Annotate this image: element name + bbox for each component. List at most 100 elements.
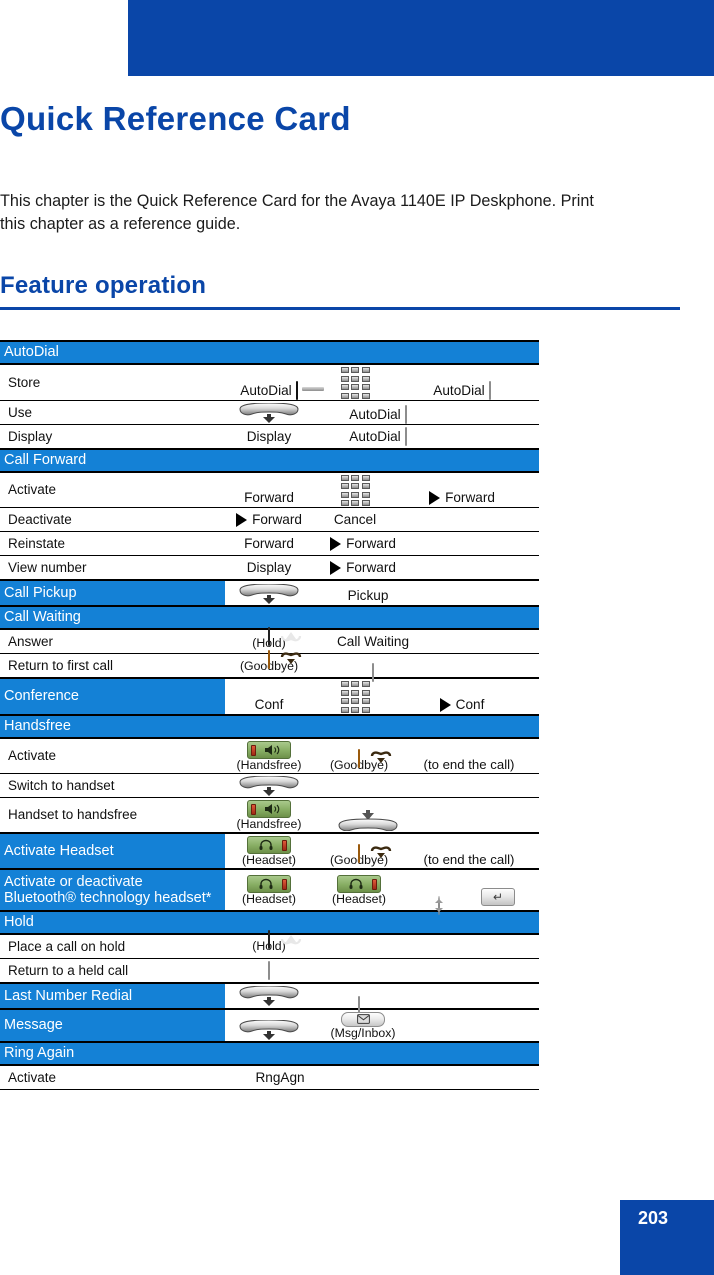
row-label: Place a call on hold xyxy=(0,933,225,959)
section-label: Ring Again xyxy=(0,1040,539,1066)
softkey-label: Call Waiting xyxy=(336,634,410,649)
section-label: Call Waiting xyxy=(0,605,539,630)
message-inbox-key-icon[interactable] xyxy=(341,1011,385,1027)
row-content: (Hold) xyxy=(225,930,539,959)
row-content: (Goodbye) xyxy=(225,649,539,682)
table-row: View number Display Forward xyxy=(0,555,539,581)
handsfree-key-icon[interactable] xyxy=(247,799,291,818)
softkey-label: Pickup xyxy=(347,587,389,603)
section-header-ring-again: Ring Again xyxy=(0,1040,539,1066)
section-label: Message xyxy=(0,1007,225,1043)
row-content: Display Forward xyxy=(225,555,539,581)
section-header-bluetooth-headset: Activate or deactivate Bluetooth® techno… xyxy=(0,867,539,915)
section-label: Last Number Redial xyxy=(0,981,225,1010)
enter-key-icon[interactable]: ↵ xyxy=(481,887,515,906)
section-label: Activate Headset xyxy=(0,831,225,870)
row-label: Reinstate xyxy=(0,531,225,556)
section-header-activate-headset: Activate Headset (Headset) (to end the c… xyxy=(0,831,539,870)
handset-lift-icon[interactable] xyxy=(236,985,302,1006)
row-content: RngAgn xyxy=(225,1064,539,1090)
table-row: Reinstate Forward Forward xyxy=(0,531,539,556)
table-row: Activate (Handsfree) (to end the call) xyxy=(0,737,539,774)
section-label-line1: Activate or deactivate xyxy=(4,873,143,890)
handset-lift-icon[interactable] xyxy=(236,1018,302,1040)
dialpad-icon[interactable] xyxy=(340,367,370,399)
key-caption: (Handsfree) xyxy=(236,757,302,772)
row-label: Use xyxy=(0,399,225,425)
headset-key-icon[interactable] xyxy=(337,874,381,893)
key-caption: (Headset) xyxy=(332,891,386,906)
section-label: AutoDial xyxy=(0,340,539,365)
handsfree-key-icon[interactable] xyxy=(247,740,291,759)
table-row: Display Display AutoDial xyxy=(0,423,539,449)
row-content: Display AutoDial xyxy=(225,423,539,449)
section-header-autodial: AutoDial xyxy=(0,340,539,365)
key-caption: (Msg/Inbox) xyxy=(330,1025,396,1040)
softkey-label: Display xyxy=(246,428,292,444)
softkey-label: AutoDial xyxy=(240,382,292,398)
softkey-indicator-icon xyxy=(330,537,342,551)
dialpad-icon[interactable] xyxy=(340,681,370,713)
row-content: Conf Conf xyxy=(225,677,539,716)
handset-place-icon[interactable] xyxy=(335,809,401,831)
row-content: Forward Forward xyxy=(225,531,539,556)
section-label-line2: Bluetooth® technology headset* xyxy=(4,889,212,906)
section-header-call-waiting: Call Waiting xyxy=(0,605,539,630)
row-content: (Msg/Inbox) xyxy=(225,1007,539,1043)
row-note: (to end the call) xyxy=(423,851,515,867)
headset-key-icon[interactable] xyxy=(247,874,291,893)
row-content xyxy=(225,772,539,798)
dialpad-icon[interactable] xyxy=(340,474,370,506)
softkey-label: Forward xyxy=(244,490,294,505)
header-band xyxy=(128,0,714,76)
row-content: Forward Forward xyxy=(225,471,539,508)
softkey-label: AutoDial xyxy=(433,382,485,398)
softkey-label: AutoDial xyxy=(349,428,401,444)
section-heading-rule xyxy=(0,307,680,310)
softkey-label: Cancel xyxy=(333,512,377,527)
softkey-label: RngAgn xyxy=(255,1069,305,1085)
row-content xyxy=(225,957,539,983)
table-row: Return to first call xyxy=(0,649,539,682)
table-row: Deactivate Forward Cancel xyxy=(0,507,539,532)
key-caption: (Headset) xyxy=(242,891,296,906)
headset-key-icon[interactable] xyxy=(247,835,291,854)
softkey-indicator-icon xyxy=(330,561,342,575)
handset-lift-icon[interactable] xyxy=(236,582,302,604)
softkey-label: Forward xyxy=(252,512,302,527)
row-content: (Headset) (Headset) ↵ xyxy=(225,867,539,915)
row-label: View number xyxy=(0,555,225,581)
section-header-conference: Conference Conf Conf xyxy=(0,677,539,716)
feature-operation-table: AutoDial Store AutoDial AutoDial Use Aut… xyxy=(0,340,539,1090)
table-row: Use AutoDial xyxy=(0,399,539,425)
softkey-label: Forward xyxy=(445,490,495,505)
softkey-indicator-icon xyxy=(429,491,441,505)
key-caption: (Handsfree) xyxy=(236,816,302,831)
section-header-handsfree: Handsfree xyxy=(0,713,539,739)
handset-lift-icon[interactable] xyxy=(236,401,302,423)
page-number: 203 xyxy=(638,1208,669,1228)
key-caption: (Headset) xyxy=(242,852,296,867)
softkey-label: AutoDial xyxy=(349,406,401,422)
section-label: Conference xyxy=(0,677,225,716)
row-content: (Handsfree) (Goo xyxy=(225,737,539,774)
row-label: Activate xyxy=(0,471,225,508)
softkey-label: Forward xyxy=(244,536,294,551)
handset-lift-icon[interactable] xyxy=(236,774,302,796)
row-label: Return to a held call xyxy=(0,957,225,983)
row-label: Return to first call xyxy=(0,653,225,679)
softkey-indicator-icon xyxy=(439,697,451,712)
row-content: (Handsfree) xyxy=(225,796,539,833)
section-header-call-pickup: Call Pickup Pickup xyxy=(0,579,539,607)
softkey-indicator-icon xyxy=(236,513,248,527)
row-content: AutoDial AutoDial xyxy=(225,363,539,401)
row-content: AutoDial xyxy=(225,399,539,425)
row-label: Answer xyxy=(0,628,225,654)
softkey-label: Conf xyxy=(254,696,284,712)
section-label: Call Pickup xyxy=(0,579,225,607)
softkey-label: Conf xyxy=(455,696,485,712)
page-title: Quick Reference Card xyxy=(0,100,351,137)
table-row: Activate Forward Forward xyxy=(0,471,539,508)
row-label: Handset to handsfree xyxy=(0,796,225,833)
section-label: Activate or deactivate Bluetooth® techno… xyxy=(0,867,225,912)
